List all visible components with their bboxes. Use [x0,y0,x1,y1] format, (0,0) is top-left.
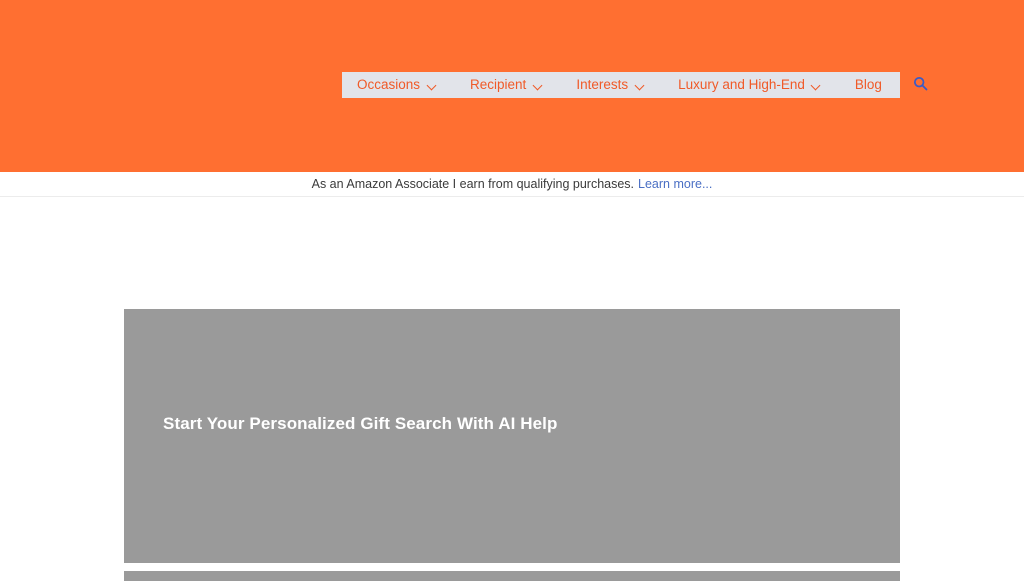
content-block-placeholder [124,571,900,581]
site-header: Occasions Recipient Interests Luxury and… [0,0,1024,172]
nav-item-label: Interests [576,77,629,93]
nav-item-recipient[interactable]: Recipient [453,72,559,98]
nav-item-label: Luxury and High-End [678,77,805,93]
search-icon [913,76,928,94]
nav-item-label: Occasions [357,77,421,93]
main-content: Start Your Personalized Gift Search With… [0,197,1024,581]
chevron-down-icon [635,82,644,88]
chevron-down-icon [812,82,821,88]
hero-heading: Start Your Personalized Gift Search With… [163,414,558,433]
learn-more-link[interactable]: Learn more... [638,177,712,191]
nav-item-luxury-and-high-end[interactable]: Luxury and High-End [661,72,838,98]
nav-item-blog[interactable]: Blog [838,72,900,98]
hero-image-placeholder: Start Your Personalized Gift Search With… [124,309,900,563]
nav-item-label: Recipient [470,77,527,93]
primary-navigation: Occasions Recipient Interests Luxury and… [342,72,932,98]
affiliate-disclosure-bar: As an Amazon Associate I earn from quali… [0,172,1024,197]
nav-item-occasions[interactable]: Occasions [342,72,453,98]
nav-bar: Occasions Recipient Interests Luxury and… [342,72,900,98]
nav-item-interests[interactable]: Interests [559,72,661,98]
nav-item-label: Blog [854,77,882,93]
search-button[interactable] [910,72,932,98]
chevron-down-icon [533,82,542,88]
chevron-down-icon [427,82,436,88]
affiliate-disclosure-text: As an Amazon Associate I earn from quali… [311,176,635,191]
